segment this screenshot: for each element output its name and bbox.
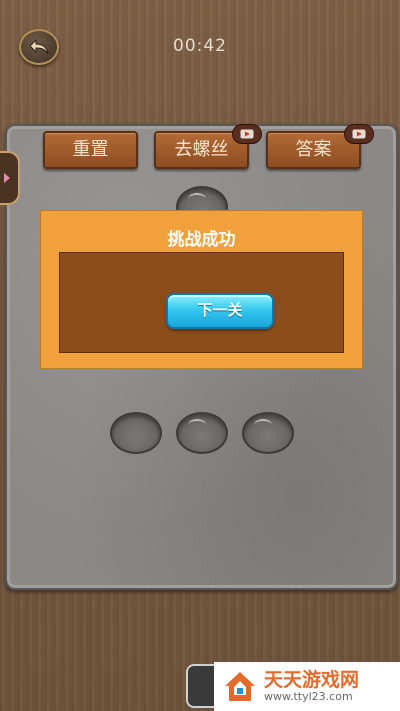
screw-hole[interactable] [176, 412, 228, 454]
watermark: 天天游戏网 www.ttyl23.com [214, 662, 400, 711]
screw-hole[interactable] [242, 412, 294, 454]
video-play-icon [240, 129, 254, 139]
watermark-url: www.ttyl23.com [264, 690, 353, 703]
dialog-body: 下一关 [59, 252, 344, 353]
answer-video-badge [344, 124, 374, 144]
side-tab[interactable] [0, 151, 20, 205]
video-play-icon [352, 129, 366, 139]
reset-button[interactable]: 重置 [43, 131, 138, 169]
remove-screw-video-badge [232, 124, 262, 144]
chevron-right-icon [4, 173, 10, 183]
house-logo-icon [225, 671, 255, 701]
watermark-name: 天天游戏网 [264, 669, 360, 691]
success-dialog: 挑战成功 下一关 [40, 210, 363, 369]
screw-hole[interactable] [110, 412, 162, 454]
dialog-title: 挑战成功 [167, 230, 236, 250]
timer: 00:42 [173, 36, 227, 56]
next-level-button[interactable]: 下一关 [166, 293, 274, 329]
